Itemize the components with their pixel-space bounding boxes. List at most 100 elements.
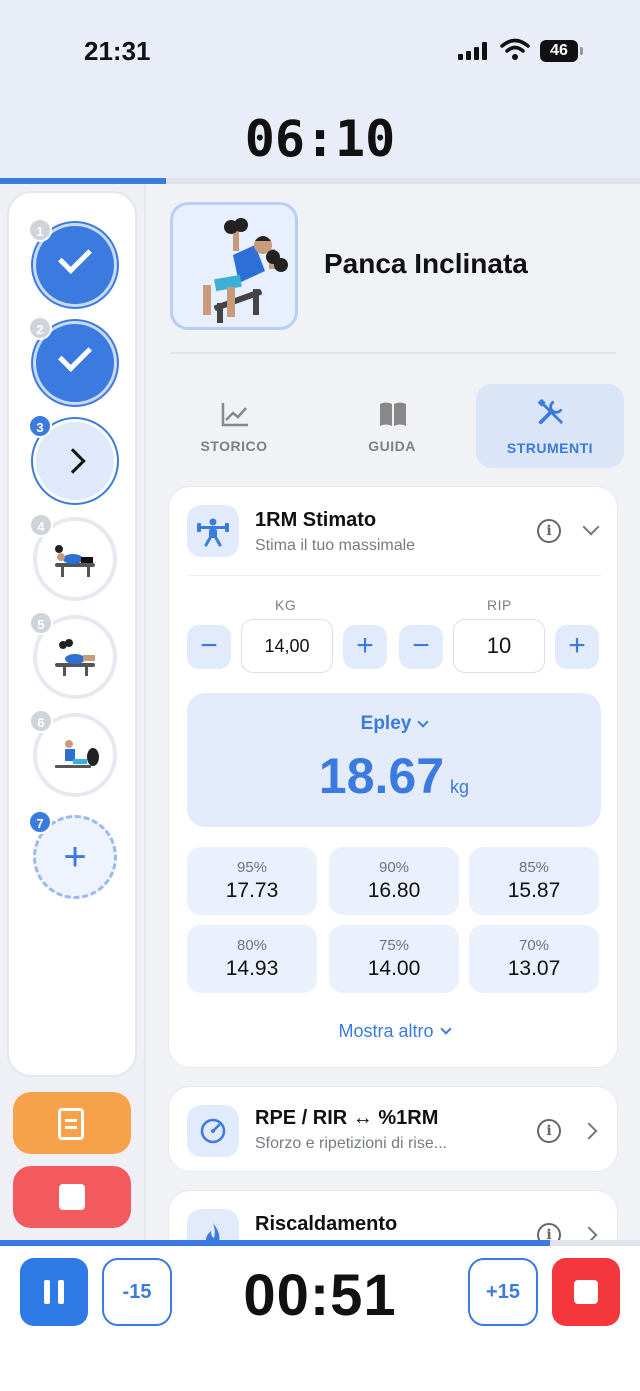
workout-header: 06:10 [0,100,640,180]
chevron-down-icon [417,716,430,728]
notes-button[interactable] [13,1092,131,1154]
minus-15-button[interactable]: -15 [102,1258,172,1326]
percentage-cell: 85% 15.87 [469,847,599,915]
chevron-right-icon [580,1226,598,1240]
chevron-down-icon [439,1023,452,1035]
workout-elapsed-time: 06:10 [244,110,396,168]
percentage-value: 13.07 [507,957,561,980]
wifi-icon [500,38,530,60]
percentage-label: 80% [236,937,268,954]
exercise-number: 2 [28,316,52,340]
warmup-card[interactable]: Riscaldamento i [168,1190,618,1240]
exercise-number: 4 [29,513,53,537]
exercise-item-6[interactable]: 6 [29,709,117,797]
book-icon [380,402,406,426]
exercise-number: 7 [28,810,52,834]
exercise-item-4[interactable]: 4 [29,513,117,601]
battery-icon: 46 [540,40,583,62]
kg-increase-button[interactable]: + [343,625,387,669]
check-icon [58,338,92,372]
percentage-label: 90% [378,859,410,876]
rip-increase-button[interactable]: + [555,625,599,669]
info-icon[interactable]: i [537,519,561,543]
main-content: Panca Inclinata STORICO GUIDA STRUMENTI … [146,184,640,1240]
exercise-item-5[interactable]: 5 [29,611,117,699]
kg-input[interactable]: 14,00 [241,619,333,673]
cellular-signal-icon [458,42,487,60]
flame-icon [187,1209,239,1240]
percentage-label: 95% [236,859,268,876]
kg-label: KG [275,597,297,613]
card-title: RPE / RIR ↔ %1RM [255,1107,439,1129]
add-exercise-button[interactable]: + 7 [28,810,117,899]
exercise-image[interactable] [170,202,298,330]
card-title: Riscaldamento [255,1213,398,1235]
result-value: 18.67 [318,748,445,804]
end-workout-button[interactable] [13,1166,131,1228]
plus-icon: + [63,835,87,879]
exercise-number: 6 [29,709,53,733]
percentage-label: 70% [518,937,550,954]
stop-rest-button[interactable] [552,1258,620,1326]
exercise-item-1[interactable]: 1 [28,218,117,307]
kg-decrease-button[interactable]: − [187,625,231,669]
gauge-icon [187,1105,239,1157]
weightlifter-icon [187,505,239,557]
tab-storico[interactable]: STORICO [160,384,308,468]
status-bar: 21:31 46 [0,0,640,100]
tab-guida[interactable]: GUIDA [318,384,466,468]
rpe-rir-card[interactable]: RPE / RIR ↔ %1RM Sforzo e ripetizioni di… [168,1086,618,1172]
percentage-value: 14.00 [367,957,421,980]
one-rep-max-card: 1RM Stimato Stima il tuo massimale i KG … [168,486,618,1068]
tab-strumenti[interactable]: STRUMENTI [476,384,624,468]
percentage-label: 85% [518,859,550,876]
status-time: 21:31 [84,36,151,66]
plus-15-button[interactable]: +15 [468,1258,538,1326]
rest-timer: 00:51 [243,1263,397,1328]
percentage-value: 16.80 [367,879,421,902]
card-title: 1RM Stimato [255,509,377,531]
info-icon[interactable]: i [537,1223,561,1240]
exercise-thumbnail [55,740,99,768]
tab-label: GUIDA [368,438,416,454]
rip-label: RIP [487,597,512,613]
pause-button[interactable] [20,1258,88,1326]
notes-edit-icon [58,1108,84,1140]
info-icon[interactable]: i [537,1119,561,1143]
percentage-label: 75% [378,937,410,954]
formula-label: Epley [360,713,412,734]
exercise-number: 1 [28,218,52,242]
exercise-title: Panca Inclinata [324,248,528,279]
check-icon [58,240,92,274]
chevron-down-icon[interactable] [582,518,600,536]
result-unit: kg [450,777,470,797]
show-more-label: Mostra altro [338,1021,434,1041]
tab-label: STORICO [200,438,268,454]
chart-icon [221,403,248,427]
tools-icon [537,398,563,425]
percentage-value: 17.73 [225,879,279,902]
percentage-cell: 75% 14.00 [329,925,459,993]
rip-decrease-button[interactable]: − [399,625,443,669]
card-subtitle: Sforzo e ripetizioni di rise... [255,1135,448,1152]
show-more-button[interactable]: Mostra altro [169,1021,619,1042]
percentage-cell: 90% 16.80 [329,847,459,915]
exercise-thumbnail [55,545,95,577]
percentage-value: 14.93 [225,957,279,980]
exercise-number: 5 [29,611,53,635]
result-box: Epley 18.67 kg [187,693,601,827]
chevron-right-icon [60,448,86,474]
percentage-value: 15.87 [507,879,561,902]
exercise-item-3[interactable]: 3 [28,414,117,503]
exercise-item-2[interactable]: 2 [28,316,117,405]
card-subtitle: Stima il tuo massimale [255,537,416,554]
rip-input[interactable]: 10 [453,619,545,673]
exercise-thumbnail [55,639,95,676]
exercise-sidebar: 1 2 3 4 5 6 + 7 [7,191,137,1077]
chevron-right-icon [580,1122,598,1140]
formula-selector[interactable]: Epley [187,713,601,735]
card-divider [187,575,601,576]
estimated-1rm: 18.67 kg [187,747,601,805]
header-divider [170,352,616,354]
percentage-cell: 95% 17.73 [187,847,317,915]
